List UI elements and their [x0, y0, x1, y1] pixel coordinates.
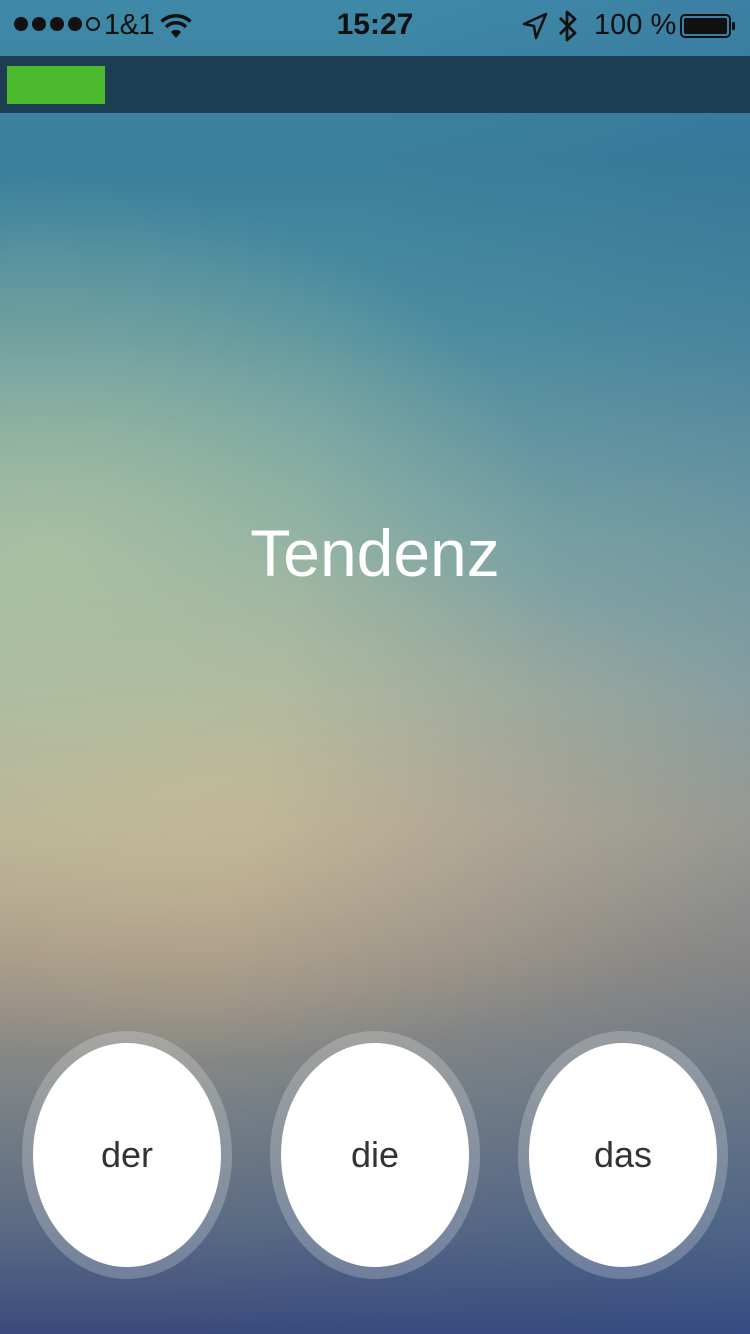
location-arrow-icon — [522, 12, 548, 40]
app-screen: 1&1 15:27 100 % Tendenz der die das — [0, 0, 750, 1334]
progress-bar — [0, 56, 750, 113]
battery-percentage: 100 % — [594, 9, 677, 41]
article-button-ring-der: der — [22, 1031, 232, 1279]
progress-bar-fill — [7, 66, 105, 104]
status-bar: 1&1 15:27 100 % — [0, 0, 750, 56]
article-button-ring-die: die — [270, 1031, 480, 1279]
battery-icon — [680, 14, 735, 38]
article-die-button[interactable]: die — [281, 1043, 469, 1267]
article-das-button[interactable]: das — [529, 1043, 717, 1267]
article-der-button[interactable]: der — [33, 1043, 221, 1267]
article-button-ring-das: das — [518, 1031, 728, 1279]
bluetooth-icon — [559, 10, 577, 42]
noun-word: Tendenz — [250, 516, 500, 590]
